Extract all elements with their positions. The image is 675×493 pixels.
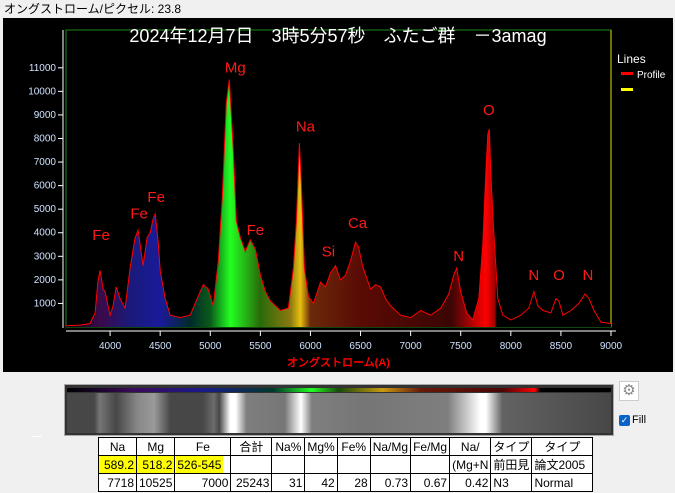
table-cell[interactable]: 0.42 [449,473,492,492]
table-cell[interactable]: 0.73 [369,473,412,492]
peak-label: Mg [225,59,246,76]
x-tick-label: 8000 [500,341,523,352]
peak-label: O [483,102,495,119]
spectrum-strip [67,393,611,433]
y-tick-label: 3000 [34,251,57,262]
table-cell[interactable] [336,455,371,474]
col-header: タイプ [490,437,533,456]
table-cell[interactable] [271,455,306,474]
table-cell[interactable]: 論文2005 [531,455,594,474]
y-tick-label: 6000 [34,181,57,192]
y-tick-label: 11000 [29,63,57,74]
table-cell[interactable]: 0.67 [410,473,451,492]
col-header: Na% [271,437,306,456]
col-header: タイプ [531,437,594,456]
fill-checkbox[interactable]: ✓ Fill [619,414,646,426]
table-cell[interactable]: 7718 [98,473,137,492]
table-row: 589.2 518.2 526-545 (Mg+N 前田見 論文2005 [98,455,594,474]
table-cell[interactable]: 518.2 [135,455,176,474]
table-cell[interactable]: 10525 [135,473,176,492]
y-tick-label: 1000 [34,298,57,309]
x-tick-label: 5000 [199,341,222,352]
table-cell[interactable]: 28 [336,473,371,492]
fill-label: Fill [632,414,647,426]
x-tick-label: 4000 [99,341,122,352]
chart-svg: 1000 2000 3000 4000 5000 6000 7000 8000 9000 1000… [28,29,666,369]
x-tick-label: 7000 [400,341,423,352]
table-cell[interactable]: 42 [304,473,338,492]
table-cell[interactable] [369,455,412,474]
peak-label: O [553,267,565,284]
peak-label: Fe [92,227,110,244]
y-tick-label: 2000 [34,275,57,286]
gear-icon[interactable]: ⚙ [619,381,639,401]
col-header: Mg% [304,437,338,456]
x-tick-label: 8500 [550,341,573,352]
col-header: Fe [174,437,232,456]
table-cell[interactable]: (Mg+N [449,455,492,474]
chart-title: 2024年12月7日 3時5分57秒 ふたご群 －3amag [129,26,547,46]
table-cell[interactable]: 31 [271,473,306,492]
peak-label: Si [322,243,335,260]
col-header: Na [98,437,137,456]
legend-label: Profile [637,70,666,81]
y-tick-label: 4000 [34,228,57,239]
table-cell[interactable]: 前田見 [490,455,533,474]
peak-label: Fe [147,189,165,206]
y-tick-label: 9000 [34,110,57,121]
peak-label: Fe [130,206,148,223]
peak-label: Na [296,118,316,135]
table-cell[interactable]: N3 [490,473,533,492]
col-header: Fe% [336,437,371,456]
y-tick-label: 5000 [34,204,57,215]
y-tick-label: 10000 [28,86,56,97]
y-tick-label: 7000 [34,157,57,168]
peak-label: N [583,267,594,284]
col-header: 合計 [230,437,273,456]
spectrum-color-bar [67,388,611,392]
spectrum-chart: 2024年12月7日 3時5分57秒 ふたご群 －3amag 1000 2000 3… [3,18,673,372]
table-cell[interactable]: Normal [531,473,594,492]
table-cell[interactable] [410,455,451,474]
col-header: Na/ [449,437,492,456]
table-cell[interactable]: 589.2 [98,455,137,474]
col-header: Na/Mg [369,437,412,456]
table-cell[interactable]: 526-545 [174,455,232,474]
peak-label: Fe [247,222,265,239]
col-header: Mg [135,437,176,456]
table-cell[interactable]: 7000 [174,473,232,492]
x-tick-label: 4500 [149,341,172,352]
y-tick-label: 8000 [34,133,57,144]
legend-swatch [621,72,633,75]
x-tick-label: 9000 [600,341,623,352]
x-tick-label: 7500 [450,341,473,352]
legend-swatch [621,88,633,91]
table-cell[interactable] [230,455,273,474]
peak-label: Ca [348,215,368,232]
results-table: Na Mg Fe 合計 Na% Mg% Fe% Na/Mg Fe/Mg Na/ … [98,437,594,492]
table-row: 7718 10525 7000 25243 31 42 28 0.73 0.67… [98,473,594,492]
peak-label: N [453,248,464,265]
x-axis-label: オングストローム(A) [287,355,390,369]
col-header: Fe/Mg [410,437,451,456]
checkbox-checked-icon[interactable]: ✓ [619,414,630,426]
legend-title: Lines [617,52,646,66]
table-header-row: Na Mg Fe 合計 Na% Mg% Fe% Na/Mg Fe/Mg Na/ … [98,437,594,456]
x-tick-label: 6000 [299,341,322,352]
peak-label: N [528,267,539,284]
angstrom-per-pixel-label: オングストローム/ピクセル: 23.8 [4,2,181,16]
x-tick-label: 5500 [249,341,272,352]
spectrum-image [64,384,614,436]
table-cell[interactable] [304,455,338,474]
table-cell[interactable]: 25243 [230,473,273,492]
divider [32,436,42,437]
x-tick-label: 6500 [349,341,372,352]
